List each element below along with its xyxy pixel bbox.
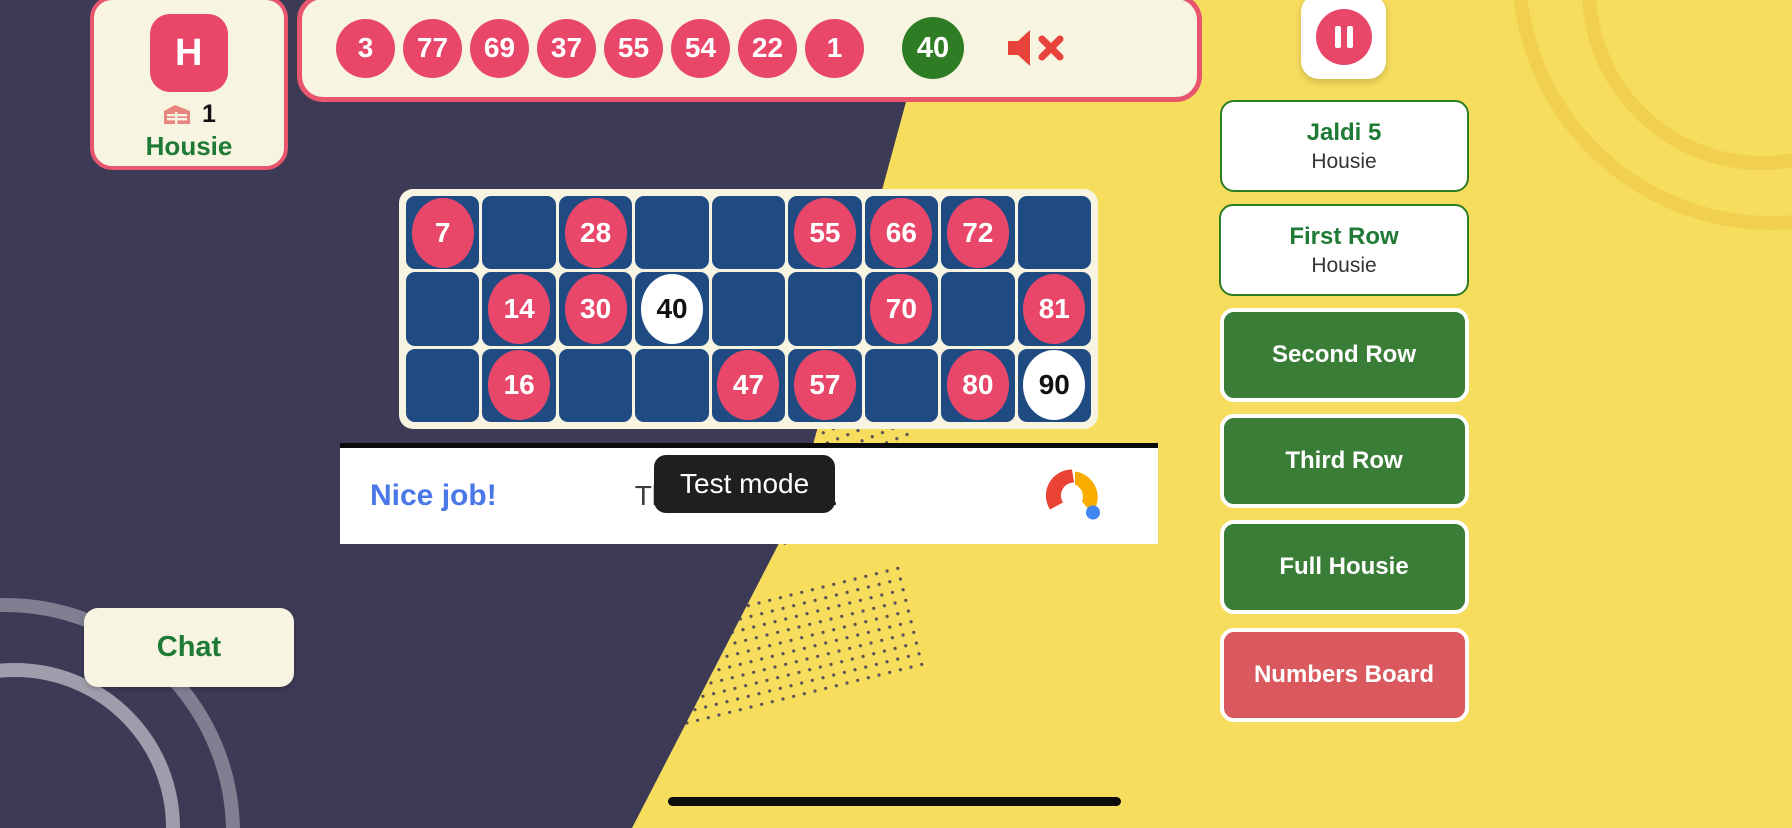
ad-headline: Nice job! bbox=[370, 479, 497, 512]
player-name: Housie bbox=[145, 131, 233, 161]
claim-winner: Housie bbox=[1311, 253, 1377, 277]
current-number-ball: 40 bbox=[902, 17, 964, 79]
ticket-cell[interactable]: 57 bbox=[788, 348, 862, 422]
speaker-mute-icon[interactable] bbox=[1004, 25, 1066, 71]
ticket-number[interactable]: 81 bbox=[1023, 273, 1086, 344]
test-mode-badge: Test mode bbox=[654, 455, 836, 513]
called-ball: 3 bbox=[336, 18, 395, 78]
player-card[interactable]: H 1 Housie bbox=[90, 0, 288, 170]
ticket-cell[interactable]: 90 bbox=[1017, 348, 1091, 422]
called-ball: 37 bbox=[537, 18, 596, 78]
ticket-number[interactable]: 70 bbox=[870, 273, 933, 344]
ticket-cell-empty bbox=[406, 348, 480, 422]
ticket-number-latest[interactable]: 90 bbox=[1023, 350, 1086, 421]
ticket-cell-empty bbox=[635, 196, 709, 270]
ticket-number[interactable]: 66 bbox=[870, 197, 933, 268]
housie-ticket-grid[interactable]: 7 28 55 66 72 14 30 40 70 81 16 47 57 80… bbox=[399, 189, 1098, 429]
called-ball: 1 bbox=[805, 18, 864, 78]
claim-jaldi-5[interactable]: Jaldi 5 Housie bbox=[1219, 100, 1469, 192]
claim-winner: Housie bbox=[1311, 149, 1377, 173]
ticket-number[interactable]: 57 bbox=[793, 350, 856, 421]
ticket-count: 1 bbox=[202, 100, 216, 128]
ticket-cell[interactable]: 47 bbox=[711, 348, 786, 422]
ticket-cell[interactable]: 7 bbox=[406, 196, 480, 270]
ticket-cell-empty bbox=[711, 272, 786, 346]
called-ball: 55 bbox=[604, 18, 663, 78]
claim-title: First Row bbox=[1289, 222, 1399, 250]
claim-first-row[interactable]: First Row Housie bbox=[1219, 204, 1469, 296]
claim-full-housie[interactable]: Full Housie bbox=[1219, 520, 1469, 614]
ticket-cell-empty bbox=[864, 348, 939, 422]
numbers-board-button[interactable]: Numbers Board bbox=[1219, 628, 1469, 722]
ticket-number[interactable]: 28 bbox=[564, 197, 627, 268]
ticket-number-latest[interactable]: 40 bbox=[641, 273, 704, 344]
ticket-cell[interactable]: 16 bbox=[482, 348, 556, 422]
ticket-cell[interactable]: 40 bbox=[635, 272, 709, 346]
ticket-cell-empty bbox=[558, 348, 633, 422]
ticket-number[interactable]: 47 bbox=[717, 350, 780, 421]
pause-icon bbox=[1315, 8, 1372, 65]
called-numbers-bar: 3 77 69 37 55 54 22 1 40 bbox=[297, 0, 1202, 102]
called-ball: 77 bbox=[403, 18, 462, 78]
ticket-cell[interactable]: 81 bbox=[1017, 272, 1091, 346]
called-ball: 69 bbox=[470, 18, 529, 78]
ticket-cell[interactable]: 30 bbox=[558, 272, 633, 346]
ticket-cell[interactable]: 72 bbox=[941, 196, 1015, 270]
chat-button[interactable]: Chat bbox=[84, 608, 294, 687]
ticket-cell-empty bbox=[1017, 196, 1091, 270]
admob-logo bbox=[1042, 464, 1108, 529]
ticket-cell-empty bbox=[711, 196, 786, 270]
ticket-cell[interactable]: 70 bbox=[864, 272, 939, 346]
ticket-number[interactable]: 16 bbox=[488, 350, 551, 421]
claim-third-row[interactable]: Third Row bbox=[1219, 414, 1469, 508]
claim-title: Jaldi 5 bbox=[1306, 118, 1382, 146]
ticket-cell-empty bbox=[482, 196, 556, 270]
ticket-cell[interactable]: 28 bbox=[558, 196, 633, 270]
avatar: H bbox=[150, 14, 228, 92]
ticket-cell-empty bbox=[635, 348, 709, 422]
ticket-cell-empty bbox=[941, 272, 1015, 346]
called-ball: 54 bbox=[671, 18, 730, 78]
ticket-icon bbox=[162, 103, 192, 127]
pause-button[interactable] bbox=[1301, 0, 1386, 79]
ticket-cell[interactable]: 14 bbox=[482, 272, 556, 346]
ticket-cell[interactable]: 55 bbox=[788, 196, 862, 270]
claim-buttons-panel: Jaldi 5 Housie First Row Housie Second R… bbox=[1204, 100, 1484, 722]
ticket-count-row: 1 bbox=[162, 100, 216, 129]
ticket-number[interactable]: 30 bbox=[564, 273, 627, 344]
ticket-number[interactable]: 72 bbox=[946, 197, 1009, 268]
ticket-number[interactable]: 80 bbox=[946, 350, 1009, 421]
home-indicator bbox=[668, 797, 1121, 806]
ticket-cell[interactable]: 66 bbox=[864, 196, 939, 270]
ticket-number[interactable]: 14 bbox=[488, 273, 551, 344]
claim-second-row[interactable]: Second Row bbox=[1219, 308, 1469, 402]
ticket-number[interactable]: 55 bbox=[793, 197, 856, 268]
ticket-cell[interactable]: 80 bbox=[941, 348, 1015, 422]
ticket-cell-empty bbox=[788, 272, 862, 346]
ticket-number[interactable]: 7 bbox=[411, 197, 474, 268]
called-ball: 22 bbox=[738, 18, 797, 78]
ticket-cell-empty bbox=[406, 272, 480, 346]
